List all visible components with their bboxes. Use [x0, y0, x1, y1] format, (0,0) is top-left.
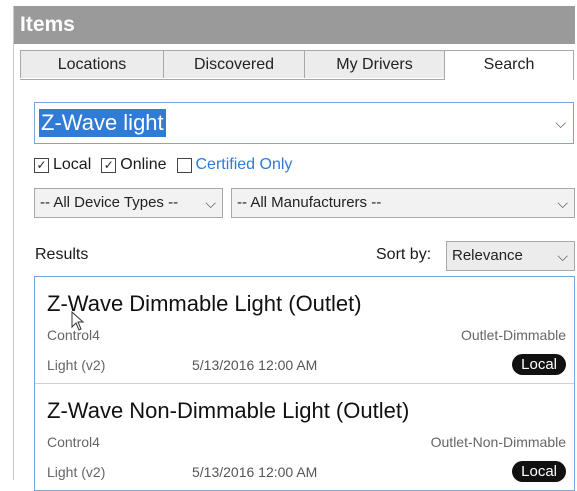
search-input[interactable]: Z-Wave light ⌵ — [34, 102, 574, 144]
tab-discovered[interactable]: Discovered — [163, 50, 305, 78]
sort-select[interactable]: Relevance ⌵ — [446, 241, 575, 271]
manufacturer-value: -- All Manufacturers -- — [237, 194, 382, 211]
online-checkbox-label: Online — [120, 156, 167, 173]
sort-by-label: Sort by: — [376, 246, 432, 263]
driver-manufacturer: Control4 — [47, 434, 100, 450]
manufacturer-select[interactable]: -- All Manufacturers -- ⌵ — [231, 188, 575, 218]
tab-search[interactable]: Search — [444, 50, 574, 80]
certified-only-label: Certified Only — [195, 156, 293, 173]
status-badge: Local — [512, 461, 566, 482]
local-checkbox-label: Local — [53, 156, 92, 173]
local-checkbox[interactable]: ✓ Local — [34, 156, 91, 174]
panel-title: Items — [14, 6, 575, 44]
tab-my-drivers[interactable]: My Drivers — [304, 50, 445, 78]
driver-title: Z-Wave Non-Dimmable Light (Outlet) — [47, 398, 410, 423]
tab-locations[interactable]: Locations — [20, 50, 164, 78]
driver-version: Light (v2) — [47, 464, 106, 480]
tab-bar: Locations Discovered My Drivers Search — [20, 50, 574, 80]
list-item[interactable]: Z-Wave Non-Dimmable Light (Outlet) Contr… — [35, 383, 574, 490]
chevron-down-icon[interactable]: ⌵ — [555, 115, 566, 132]
results-label: Results — [35, 246, 89, 263]
device-type-select[interactable]: -- All Device Types -- ⌵ — [34, 188, 223, 218]
driver-type: Outlet-Dimmable — [460, 327, 566, 343]
search-input-value[interactable]: Z-Wave light — [39, 109, 166, 137]
checkmark-icon[interactable]: ✓ — [34, 157, 49, 173]
items-panel: Items Locations Discovered My Drivers Se… — [13, 6, 575, 491]
online-checkbox[interactable]: ✓ Online — [101, 156, 167, 174]
driver-version: Light (v2) — [47, 357, 106, 373]
driver-type: Outlet-Non-Dimmable — [430, 434, 566, 450]
results-list[interactable]: Z-Wave Dimmable Light (Outlet) Control4 … — [34, 276, 575, 491]
driver-date: 5/13/2016 12:00 AM — [192, 464, 318, 480]
driver-date: 5/13/2016 12:00 AM — [192, 357, 318, 373]
empty-checkbox-icon[interactable] — [176, 157, 192, 173]
checkmark-icon[interactable]: ✓ — [101, 157, 117, 173]
certified-only-checkbox[interactable]: Certified Only — [176, 156, 293, 174]
filter-checkboxes: ✓ Local ✓ Online Certified Only — [34, 154, 302, 176]
device-type-value: -- All Device Types -- — [40, 194, 179, 211]
status-badge: Local — [512, 354, 566, 375]
chevron-down-icon[interactable]: ⌵ — [557, 189, 568, 217]
mouse-cursor-icon — [71, 311, 85, 331]
sort-value: Relevance — [452, 247, 523, 264]
driver-title: Z-Wave Dimmable Light (Outlet) — [47, 291, 362, 316]
chevron-down-icon[interactable]: ⌵ — [557, 242, 568, 270]
chevron-down-icon[interactable]: ⌵ — [205, 189, 216, 217]
list-item[interactable]: Z-Wave Dimmable Light (Outlet) Control4 … — [35, 277, 574, 383]
